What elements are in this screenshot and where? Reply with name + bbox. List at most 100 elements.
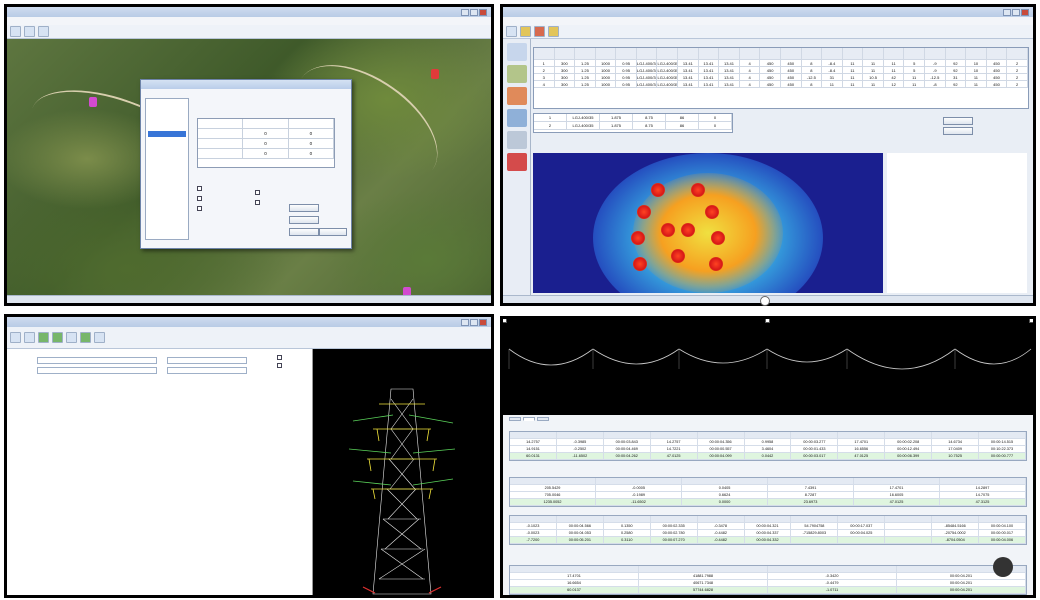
table-cell[interactable] [885,537,933,543]
table-cell[interactable]: 2 [534,122,567,129]
table-cell[interactable]: 450 [760,81,781,87]
table-cell[interactable]: 47.3125 [940,499,1026,505]
table-cell[interactable] [885,523,933,529]
dialog-button[interactable] [289,228,319,236]
table-cell[interactable]: 47.0125 [838,453,886,459]
table-cell[interactable]: 0.9958 [745,439,792,445]
table-cell[interactable]: 00:00:04.469 [604,446,651,452]
option-checkbox[interactable] [277,355,282,360]
table-cell[interactable]: 13.41 [699,74,720,80]
table-cell[interactable]: 7.4391 [768,485,854,491]
table-cell[interactable]: 00:00:04.099 [698,453,745,459]
table-cell[interactable]: 8.7287 [768,492,854,498]
table-cell[interactable]: 11 [863,67,884,73]
table-cell[interactable]: LGJ-400/35 [657,67,679,73]
table-cell[interactable]: 11 [822,81,843,87]
table-cell[interactable]: 11 [863,60,884,66]
table-cell[interactable]: 1.25 [575,60,596,66]
table-cell[interactable]: -0.4482 [698,530,745,536]
toolbar-button[interactable] [520,26,531,37]
table-cell[interactable]: 86 [666,122,699,129]
table-cell[interactable]: 31 [822,74,843,80]
table-cell[interactable]: -0.4482 [698,537,745,543]
table-cell[interactable]: 8 [802,81,823,87]
tab[interactable] [537,417,549,421]
table-cell[interactable]: 450 [987,67,1008,73]
table-cell[interactable]: 00:00:04.006 [979,537,1026,543]
table-cell[interactable]: 300 [555,74,576,80]
table-cell[interactable]: -1.0711 [768,587,897,593]
table-cell[interactable]: 8 [802,60,823,66]
table-row[interactable]: 705.0046 -0.1989 0.6624 8.7287 16.6005 14.707… [510,492,1026,499]
table-cell[interactable]: 4 [740,81,761,87]
table-cell[interactable]: 00:00:03.277 [791,439,839,445]
table-cell[interactable]: 00:10:22.373 [979,446,1026,452]
toolbar-button[interactable] [24,332,35,343]
table-cell[interactable]: 13.41 [678,67,699,73]
close-button[interactable] [1021,8,1029,16]
table-row[interactable]: 60.0137 57744.6828 -1.0711 00:00:04.201 [510,587,1026,594]
option-checkbox[interactable] [255,190,260,195]
table-cell[interactable]: 0.95 [616,74,637,80]
table-cell[interactable]: 23.6973 [768,499,854,505]
table-cell[interactable]: 86 [666,114,699,121]
minimize-button[interactable] [1003,8,1011,16]
table-cell[interactable]: 8.75 [633,122,666,129]
table-row[interactable]: 3 300 1.25 1000 0.95 LGJ-400/35 LGJ-400/35 13.4… [534,74,1028,81]
sidebar-tool-icon[interactable] [506,153,527,171]
table-cell[interactable]: 00:00:02.335 [651,523,698,529]
toolbar-button[interactable] [506,26,517,37]
toolbar-button[interactable] [66,332,77,343]
table-cell[interactable]: 1.875 [600,114,633,121]
table-cell[interactable]: 57744.6828 [639,587,768,593]
dropdown-field[interactable] [37,367,157,374]
panel-button[interactable] [943,127,973,135]
table-cell[interactable]: 1235.0052 [510,499,596,505]
table-cell[interactable]: 450 [781,74,802,80]
table-cell[interactable]: 450 [760,74,781,80]
toolbar-button[interactable] [548,26,559,37]
maximize-button[interactable] [470,8,478,16]
table-cell[interactable]: 11 [843,67,864,73]
panel-button[interactable] [943,117,973,125]
dialog-button[interactable] [289,204,319,212]
table-cell[interactable]: 42 [884,74,905,80]
table-cell[interactable]: -0.0005 [596,485,682,491]
table-cell[interactable]: 17.4701 [854,485,940,491]
table-cell[interactable]: 92 [946,81,967,87]
table-cell[interactable]: 14.2897 [940,485,1026,491]
dropdown-field[interactable] [37,357,157,364]
table-cell[interactable]: 0.0405 [682,485,768,491]
toolbar-button[interactable] [24,26,35,37]
table-cell[interactable]: 450 [760,67,781,73]
table-cell[interactable]: LGJ-400/35 [657,74,679,80]
table-cell[interactable]: 1.25 [575,74,596,80]
table-cell[interactable]: 1.25 [575,67,596,73]
grid-cell[interactable]: 0 [243,139,289,148]
toolbar-button[interactable] [80,332,91,343]
table-cell[interactable] [885,530,933,536]
sidebar-tool-icon[interactable] [506,43,527,61]
table-cell[interactable]: 11 [904,74,925,80]
table-cell[interactable]: 00:00:04.262 [604,453,651,459]
table-row[interactable]: 1 LGJ-400/35 1.875 8.75 86 0 [534,114,732,122]
table-cell[interactable]: 13.41 [678,60,699,66]
table-cell[interactable]: 0 [699,114,732,121]
table-cell[interactable]: 16.6556 [838,446,886,452]
table-cell[interactable]: -9 [925,67,946,73]
table-cell[interactable]: 00:00:04.025 [838,530,886,536]
table-cell[interactable]: 450 [987,74,1008,80]
table-cell[interactable]: 12 [884,81,905,87]
table-row[interactable]: 2 300 1.25 1000 0.95 LGJ-400/35 LGJ-400/35 13.4… [534,67,1028,74]
table-cell[interactable]: 00:00:04.100 [979,523,1026,529]
table-cell[interactable]: 16.6654 [510,580,639,586]
table-cell[interactable]: 60.0131 [510,453,557,459]
table-cell[interactable]: 1000 [596,81,617,87]
option-checkbox[interactable] [197,186,202,191]
table-cell[interactable]: 300 [555,67,576,73]
table-cell[interactable]: 4 [740,60,761,66]
table-cell[interactable]: 8.75 [633,114,666,121]
table-cell[interactable]: -0.0023 [510,530,557,536]
table-cell[interactable]: 17.4701 [510,573,639,579]
option-checkbox[interactable] [197,206,202,211]
